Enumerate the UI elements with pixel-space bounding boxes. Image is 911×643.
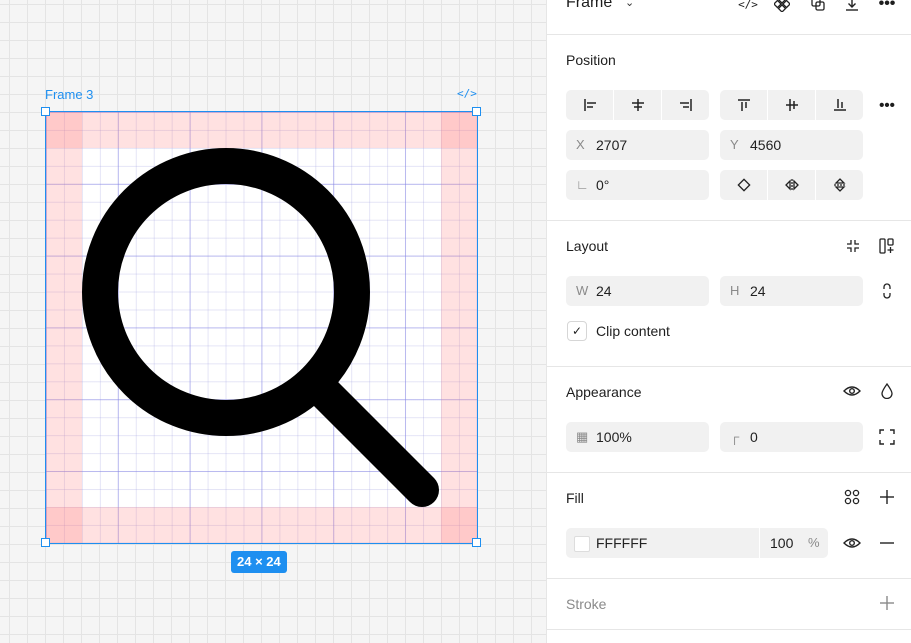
blend-mode-icon[interactable]: [875, 379, 899, 403]
constrain-proportions-icon[interactable]: [875, 279, 899, 303]
independent-corners-icon[interactable]: [875, 425, 899, 449]
auto-layout-icon[interactable]: [875, 234, 899, 258]
position-title: Position: [566, 52, 616, 68]
collapse-icon[interactable]: [841, 234, 865, 258]
boolean-icon[interactable]: [806, 0, 830, 16]
layer-type-title[interactable]: Frame: [566, 0, 612, 12]
rotate-90-icon[interactable]: [720, 170, 768, 200]
chevron-down-icon[interactable]: ⌄: [625, 0, 634, 9]
align-middle-v-icon[interactable]: [768, 90, 816, 120]
flip-horizontal-icon[interactable]: [768, 170, 816, 200]
x-value[interactable]: 2707: [596, 130, 627, 160]
x-label: X: [576, 137, 585, 152]
resize-handle-bottom-left[interactable]: [41, 538, 50, 547]
stroke-section: Stroke: [547, 579, 911, 630]
properties-panel: Frame ⌄ </> ••• Position ••• X 2707 Y 45…: [546, 0, 911, 643]
flip-vertical-icon[interactable]: [816, 170, 863, 200]
frame-name-label[interactable]: Frame 3: [45, 87, 93, 102]
code-icon[interactable]: </>: [457, 87, 477, 100]
layout-title: Layout: [566, 238, 609, 254]
x-position-field[interactable]: X 2707: [566, 130, 709, 160]
checkmark-icon: ✓: [571, 324, 583, 338]
more-options-icon[interactable]: •••: [875, 0, 899, 16]
remove-fill-icon[interactable]: [875, 531, 899, 555]
fill-section: Fill FFFFFF 100 %: [547, 473, 911, 579]
appearance-title: Appearance: [566, 384, 642, 400]
add-fill-icon[interactable]: [875, 485, 899, 509]
size-badge: 24 × 24: [231, 551, 287, 573]
fill-percent-symbol: %: [808, 535, 820, 550]
fill-opacity-value[interactable]: 100: [770, 528, 793, 558]
fill-divider: [759, 528, 760, 558]
align-bottom-v-icon[interactable]: [816, 90, 863, 120]
clip-content-label[interactable]: Clip content: [596, 323, 670, 339]
align-right-icon[interactable]: [662, 90, 709, 120]
appearance-section: Appearance ▦ 100% ┌ 0: [547, 367, 911, 473]
position-section: Position ••• X 2707 Y 4560 ∟ 0°: [547, 35, 911, 221]
rotation-icon: ∟: [576, 177, 589, 192]
opacity-field[interactable]: ▦ 100%: [566, 422, 709, 452]
panel-header: Frame ⌄ </> •••: [547, 0, 911, 35]
eye-icon[interactable]: [840, 379, 864, 403]
design-canvas[interactable]: Frame 3 </> 24 × 24: [0, 0, 546, 643]
rotation-value[interactable]: 0°: [596, 170, 609, 200]
fill-hex-value[interactable]: FFFFFF: [596, 528, 647, 558]
code-icon[interactable]: </>: [736, 0, 760, 16]
width-field[interactable]: W 24: [566, 276, 709, 306]
fill-color-field[interactable]: FFFFFF 100 %: [566, 528, 828, 558]
selection-outline: [45, 111, 478, 544]
resize-handle-top-right[interactable]: [472, 107, 481, 116]
y-label: Y: [730, 137, 739, 152]
component-icon[interactable]: [770, 0, 794, 16]
height-label: H: [730, 283, 740, 298]
opacity-value[interactable]: 100%: [596, 422, 632, 452]
height-value[interactable]: 24: [750, 276, 766, 306]
fill-title: Fill: [566, 490, 584, 506]
resize-handle-top-left[interactable]: [41, 107, 50, 116]
opacity-icon: ▦: [576, 429, 589, 444]
width-value[interactable]: 24: [596, 276, 612, 306]
align-center-h-icon[interactable]: [614, 90, 662, 120]
align-top-icon[interactable]: [720, 90, 768, 120]
fill-visibility-eye-icon[interactable]: [840, 531, 864, 555]
corner-radius-value[interactable]: 0: [750, 422, 758, 452]
stroke-title: Stroke: [566, 596, 607, 612]
add-stroke-icon[interactable]: [875, 591, 899, 615]
fill-color-swatch[interactable]: [574, 536, 590, 552]
horizontal-align-group: [566, 90, 709, 120]
rotation-field[interactable]: ∟ 0°: [566, 170, 709, 200]
resize-handle-bottom-right[interactable]: [472, 538, 481, 547]
align-left-icon[interactable]: [566, 90, 614, 120]
corner-radius-field[interactable]: ┌ 0: [720, 422, 863, 452]
clip-content-checkbox[interactable]: ✓: [567, 321, 587, 341]
transform-group: [720, 170, 863, 200]
y-position-field[interactable]: Y 4560: [720, 130, 863, 160]
corner-radius-icon: ┌: [730, 429, 740, 444]
layout-section: Layout W 24 H 24 ✓ Clip content: [547, 221, 911, 367]
height-field[interactable]: H 24: [720, 276, 863, 306]
width-label: W: [576, 283, 589, 298]
vertical-align-group: [720, 90, 863, 120]
align-bottom-icon[interactable]: [840, 0, 864, 16]
styles-icon[interactable]: [840, 485, 864, 509]
y-value[interactable]: 4560: [750, 130, 781, 160]
more-align-options-icon[interactable]: •••: [875, 93, 899, 117]
